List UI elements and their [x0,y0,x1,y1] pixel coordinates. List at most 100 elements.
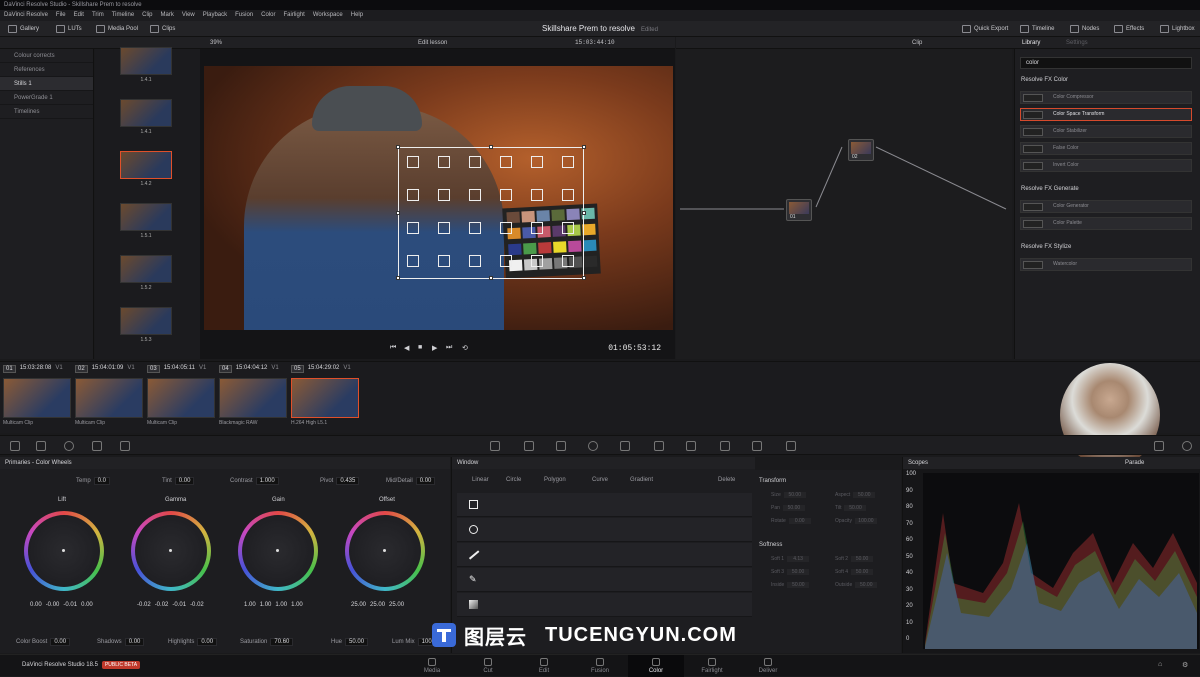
album-item[interactable]: Colour corrects [0,49,93,63]
fx-item[interactable]: Color Palette [1020,217,1192,230]
node-01[interactable]: 01 [786,199,812,221]
viewer-image[interactable] [204,66,673,330]
curve-button[interactable]: Curve [592,477,608,483]
xf-value[interactable]: 50.00 [855,582,878,588]
color-wheel-gamma[interactable] [131,511,211,591]
wheel-value[interactable]: -0.00 [46,602,60,608]
wheel-value[interactable]: 25.00 [351,602,366,608]
album-item[interactable]: Stills 1 [0,77,93,91]
xf-value[interactable]: 50.00 [783,492,806,498]
gallery-button[interactable]: Gallery [8,21,39,37]
magic-mask-icon[interactable] [654,441,664,451]
xf-value[interactable]: 50.00 [787,582,810,588]
color-warper-icon[interactable] [524,441,534,451]
linear-button[interactable]: Linear [472,477,489,483]
still-thumbnail[interactable] [120,151,172,179]
home-icon[interactable]: ⌂ [1158,661,1162,668]
wheel-value[interactable]: -0.02 [155,602,169,608]
page-tab-media[interactable]: Media [404,655,460,677]
window-box-overlay[interactable] [396,145,586,280]
clip-thumbnail[interactable] [291,378,359,418]
blur-icon[interactable] [686,441,696,451]
clip-thumbnail[interactable] [147,378,215,418]
page-tab-deliver[interactable]: Deliver [740,655,796,677]
page-tab-color[interactable]: Color [628,655,684,677]
loop-icon[interactable]: ⟲ [462,344,468,352]
settings-icon[interactable]: ⚙ [1182,661,1188,669]
fx-item[interactable]: Watercolor [1020,258,1192,271]
wheel-value[interactable]: -0.02 [137,602,151,608]
color-match-icon[interactable] [36,441,46,451]
info-icon[interactable] [1182,441,1192,451]
lightbox-button[interactable]: Lightbox [1160,21,1195,37]
page-tab-cut[interactable]: Cut [460,655,516,677]
tab-settings[interactable]: Settings [1066,37,1088,49]
menu-item-color[interactable]: Color [261,10,275,21]
wheel-value[interactable]: -0.01 [172,602,186,608]
timeline-button[interactable]: Timeline [1020,21,1054,37]
clip-thumbnail[interactable] [219,378,287,418]
curves-icon[interactable] [490,441,500,451]
album-item[interactable]: References [0,63,93,77]
circle-button[interactable]: Circle [506,477,521,483]
motion-effects-icon[interactable] [120,441,130,451]
menu-item-clip[interactable]: Clip [142,10,152,21]
color-wheel-lift[interactable] [24,511,104,591]
wheel-center-dot[interactable] [383,549,386,552]
fx-item[interactable]: Color Generator [1020,200,1192,213]
menu-item-workspace[interactable]: Workspace [313,10,343,21]
window-row-pen[interactable]: ✎ [457,568,752,592]
color-wheel-gain[interactable] [238,511,318,591]
xf-value[interactable]: 0.00 [788,518,811,524]
xf-value[interactable]: 50.00 [787,569,810,575]
wheel-value[interactable]: 0.00 [81,602,93,608]
still-thumbnail[interactable] [120,99,172,127]
window-handle[interactable] [396,211,400,215]
middetail-value[interactable]: 0.00 [415,477,436,485]
wheel-center-dot[interactable] [276,549,279,552]
window-handle[interactable] [396,276,400,280]
effects-search-input[interactable]: color [1020,57,1192,69]
window-handle[interactable] [582,276,586,280]
fx-item[interactable]: False Color [1020,142,1192,155]
menu-item-fairlight[interactable]: Fairlight [283,10,304,21]
menu-item-trim[interactable]: Trim [92,10,104,21]
tab-library[interactable]: Library [1022,37,1040,49]
window-icon[interactable] [588,441,598,451]
fx-item[interactable]: Color Space Transform [1020,108,1192,121]
gradient-button[interactable]: Gradient [630,477,653,483]
color-wheel-offset[interactable] [345,511,425,591]
xf-value[interactable]: 4.13 [787,556,810,562]
window-handle[interactable] [582,145,586,149]
wheel-center-dot[interactable] [62,549,65,552]
xf-value[interactable]: 50.00 [851,556,874,562]
shadows-value[interactable]: 0.00 [124,638,145,646]
node-02[interactable]: 02 [848,139,874,161]
xf-value[interactable]: 50.00 [782,505,805,511]
still-thumbnail[interactable] [120,255,172,283]
window-handle[interactable] [582,211,586,215]
node-mode-selector[interactable]: Clip [912,37,922,49]
wheel-value[interactable]: 1.00 [275,602,287,608]
wheel-value[interactable]: 1.00 [260,602,272,608]
fx-item[interactable]: Color Stabilizer [1020,125,1192,138]
play-icon[interactable]: ▶ [432,344,437,352]
wheel-value[interactable]: 1.00 [244,602,256,608]
album-item[interactable]: PowerGrade 1 [0,91,93,105]
delete-button[interactable]: Delete [718,477,735,483]
polygon-button[interactable]: Polygon [544,477,566,483]
window-row-circle[interactable] [457,518,752,542]
xf-value[interactable]: 50.00 [851,569,874,575]
first-frame-icon[interactable]: ⏮ [390,344,396,352]
quick-export-button[interactable]: Quick Export [962,21,1008,37]
window-handle[interactable] [396,145,400,149]
wheel-value[interactable]: 25.00 [370,602,385,608]
wheel-value[interactable]: -0.02 [190,602,204,608]
menu-item-fusion[interactable]: Fusion [235,10,253,21]
xf-value[interactable]: 50.00 [844,505,867,511]
menu-item-timeline[interactable]: Timeline [112,10,134,21]
scopes-icon[interactable] [1154,441,1164,451]
page-tab-fairlight[interactable]: Fairlight [684,655,740,677]
menu-item-edit[interactable]: Edit [74,10,84,21]
window-row-square[interactable] [457,493,752,517]
